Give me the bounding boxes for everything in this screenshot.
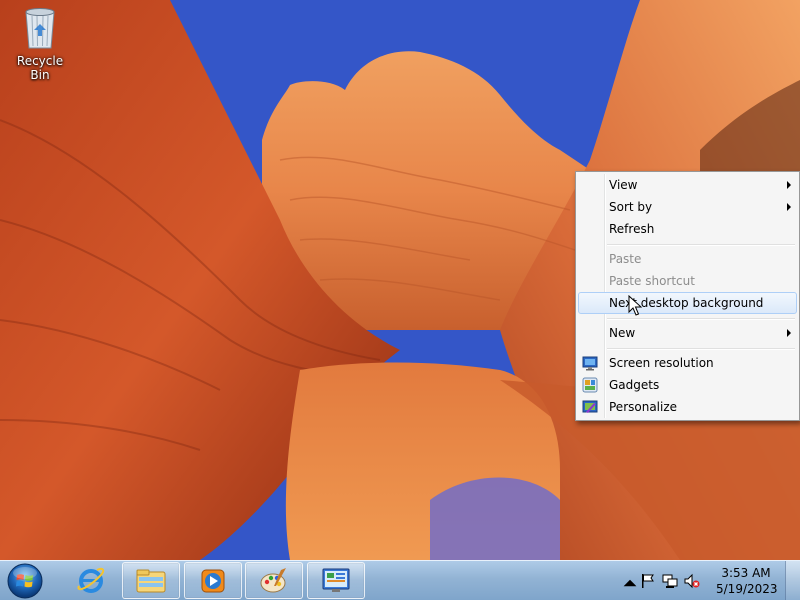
menu-item-next-desktop-background[interactable]: Next desktop background: [578, 292, 797, 314]
submenu-arrow-icon: [787, 181, 791, 189]
menu-item-label: Sort by: [609, 200, 653, 214]
control-panel-icon: [322, 568, 350, 592]
menu-item-label: View: [609, 178, 638, 192]
menu-item-new[interactable]: New: [578, 322, 797, 344]
menu-item-paste[interactable]: Paste: [578, 248, 797, 270]
menu-separator: [607, 318, 795, 320]
internet-explorer-icon: [77, 567, 105, 593]
menu-item-view[interactable]: View: [578, 174, 797, 196]
desktop[interactable]: Recycle Bin View Sort by Refresh Paste P…: [0, 0, 800, 560]
paint-icon: [260, 567, 286, 592]
volume-muted-icon[interactable]: [684, 573, 700, 589]
show-desktop-button[interactable]: [785, 561, 800, 600]
clock-time: 3:53 AM: [721, 566, 771, 580]
menu-item-label: New: [609, 326, 636, 340]
clock[interactable]: 3:53 AM 5/19/2023: [716, 565, 778, 597]
menu-item-sort-by[interactable]: Sort by: [578, 196, 797, 218]
menu-item-label: Refresh: [609, 222, 655, 236]
clock-date: 5/19/2023: [716, 582, 778, 596]
monitor-icon: [582, 356, 598, 371]
recycle-bin-icon: [25, 8, 55, 49]
notification-area: 3:53 AM 5/19/2023: [616, 561, 800, 601]
menu-item-gadgets[interactable]: Gadgets: [578, 374, 797, 396]
submenu-arrow-icon: [787, 329, 791, 337]
taskbar-control-panel-button[interactable]: [307, 562, 365, 599]
taskbar-windows-explorer-button[interactable]: [122, 562, 180, 599]
desktop-context-menu: View Sort by Refresh Paste Paste shortcu…: [575, 171, 800, 421]
taskbar-media-player-button[interactable]: [184, 562, 242, 599]
windows-media-player-icon: [201, 569, 225, 592]
taskbar-paint-button[interactable]: [245, 562, 303, 599]
mouse-cursor-icon: [628, 295, 642, 316]
menu-item-label: Paste shortcut: [609, 274, 695, 288]
gadgets-icon: [582, 377, 598, 393]
menu-item-screen-resolution[interactable]: Screen resolution: [578, 352, 797, 374]
menu-item-label: Personalize: [609, 400, 678, 414]
menu-separator: [607, 244, 795, 246]
menu-item-refresh[interactable]: Refresh: [578, 218, 797, 240]
menu-item-personalize[interactable]: Personalize: [578, 396, 797, 418]
windows-start-orb-icon[interactable]: [6, 562, 44, 600]
personalize-icon: [582, 400, 598, 413]
windows-explorer-icon: [136, 569, 166, 592]
menu-separator: [607, 348, 795, 350]
taskbar-internet-explorer-button[interactable]: [62, 562, 120, 599]
submenu-arrow-icon: [787, 203, 791, 211]
action-center-flag-icon[interactable]: [640, 573, 656, 589]
menu-item-label: Screen resolution: [609, 356, 714, 370]
network-icon[interactable]: [662, 573, 678, 589]
menu-item-label: Gadgets: [609, 378, 660, 392]
recycle-bin-desktop-icon[interactable]: Recycle Bin: [6, 6, 74, 82]
recycle-bin-label: Recycle Bin: [16, 54, 64, 82]
show-hidden-icons-chevron[interactable]: [622, 575, 638, 591]
taskbar: 3:53 AM 5/19/2023: [0, 560, 800, 600]
menu-item-paste-shortcut[interactable]: Paste shortcut: [578, 270, 797, 292]
menu-item-label: Paste: [609, 252, 642, 266]
